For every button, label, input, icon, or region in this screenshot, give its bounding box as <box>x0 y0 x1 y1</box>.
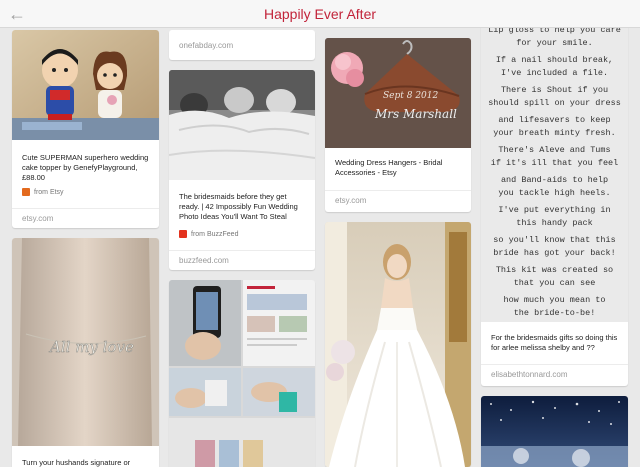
hanger-date-text: Sept 8 2012 <box>383 91 438 101</box>
pin-source-label: from BuzzFeed <box>191 230 239 238</box>
poem-line: this handy pack <box>516 217 593 228</box>
pin-domain-link[interactable]: etsy.com <box>325 190 471 210</box>
pin-description: Turn your hushands signature or <box>22 458 131 467</box>
pin-image[interactable]: Lip gloss to help you care for your smile… <box>481 0 628 322</box>
poem-line: you tackle high heels. <box>498 187 611 198</box>
poem-line: your breath minty fresh. <box>493 127 616 138</box>
pin-source-label: from Etsy <box>34 188 64 196</box>
poem-line: There's Aleve and Tums <box>498 145 611 155</box>
poem-line: so you'll know that this <box>493 235 616 245</box>
pin-wedding-dress-hanger[interactable]: Sept 8 2012 Mrs Marshall Wedding Dress H… <box>325 38 471 212</box>
pin-wedding-dress[interactable] <box>325 222 471 467</box>
pin-superman-cake-topper[interactable]: Cute SUPERMAN superhero wedding cake top… <box>12 30 159 228</box>
bracelet-script: All my love <box>48 338 134 356</box>
poem-line: and lifesavers to keep <box>498 115 611 125</box>
pin-image[interactable] <box>481 396 628 467</box>
board-title: Happily Ever After <box>263 6 377 22</box>
poem-line: and Band-aids to help <box>500 175 609 185</box>
poem-line: if it's ill that you feel <box>490 157 619 168</box>
pin-domain-link[interactable]: buzzfeed.com <box>169 250 315 270</box>
pin-image[interactable] <box>12 30 159 140</box>
pin-domain-link[interactable]: onefabday.com <box>169 36 315 56</box>
buzzfeed-icon <box>179 230 187 238</box>
poem-line: This kit was created so <box>495 265 614 275</box>
poem-line: should spill on your dress <box>488 97 621 108</box>
etsy-icon <box>22 188 30 196</box>
poem-line: that you can see <box>513 277 596 288</box>
pin-source[interactable]: from BuzzFeed <box>179 230 238 238</box>
pin-onefabday[interactable]: onefabday.com <box>169 30 315 60</box>
pin-photo-collage[interactable] <box>169 280 315 467</box>
pin-signature-bracelet[interactable]: All my love Turn your hushands signature… <box>12 238 159 467</box>
poem-text-block: Lip gloss to help you care for your smile… <box>481 0 628 322</box>
pin-description: For the bridesmaids gifts so doing this … <box>491 333 618 352</box>
hanger-name-text: Mrs Marshall <box>374 107 457 121</box>
pin-domain-link[interactable]: etsy.com <box>12 208 159 228</box>
pin-image[interactable]: All my love <box>12 238 159 446</box>
poem-line: I've included a file. <box>500 67 609 78</box>
pin-image[interactable] <box>169 280 315 467</box>
pin-domain-link[interactable]: elisabethtonnard.com <box>481 364 628 384</box>
top-bar: ← Happily Ever After <box>0 0 640 28</box>
poem-line: If a nail should break, <box>495 55 614 65</box>
pin-image[interactable] <box>325 222 471 467</box>
pin-description: Cute SUPERMAN superhero wedding cake top… <box>22 153 149 182</box>
pin-image[interactable] <box>169 70 315 180</box>
pin-image[interactable]: Sept 8 2012 Mrs Marshall <box>325 38 471 148</box>
pin-wedding-venue[interactable] <box>481 396 628 467</box>
poem-line: I've put everything in <box>498 205 611 215</box>
poem-line: how much you mean to <box>503 295 606 305</box>
poem-line: There is Shout if you <box>500 85 609 95</box>
poem-line: bride has got your back! <box>493 247 616 258</box>
pin-description: The bridesmaids before they get ready. |… <box>179 192 298 221</box>
pin-description: Wedding Dress Hangers - Bridal Accessori… <box>335 158 443 177</box>
pin-bridesmaids-photo[interactable]: The bridesmaids before they get ready. |… <box>169 70 315 270</box>
pin-bridesmaid-kit-poem[interactable]: Lip gloss to help you care for your smile… <box>481 0 628 386</box>
pin-source[interactable]: from Etsy <box>22 188 64 196</box>
poem-line: for your smile. <box>516 37 593 48</box>
poem-line: the bride-to-be! <box>513 307 596 318</box>
